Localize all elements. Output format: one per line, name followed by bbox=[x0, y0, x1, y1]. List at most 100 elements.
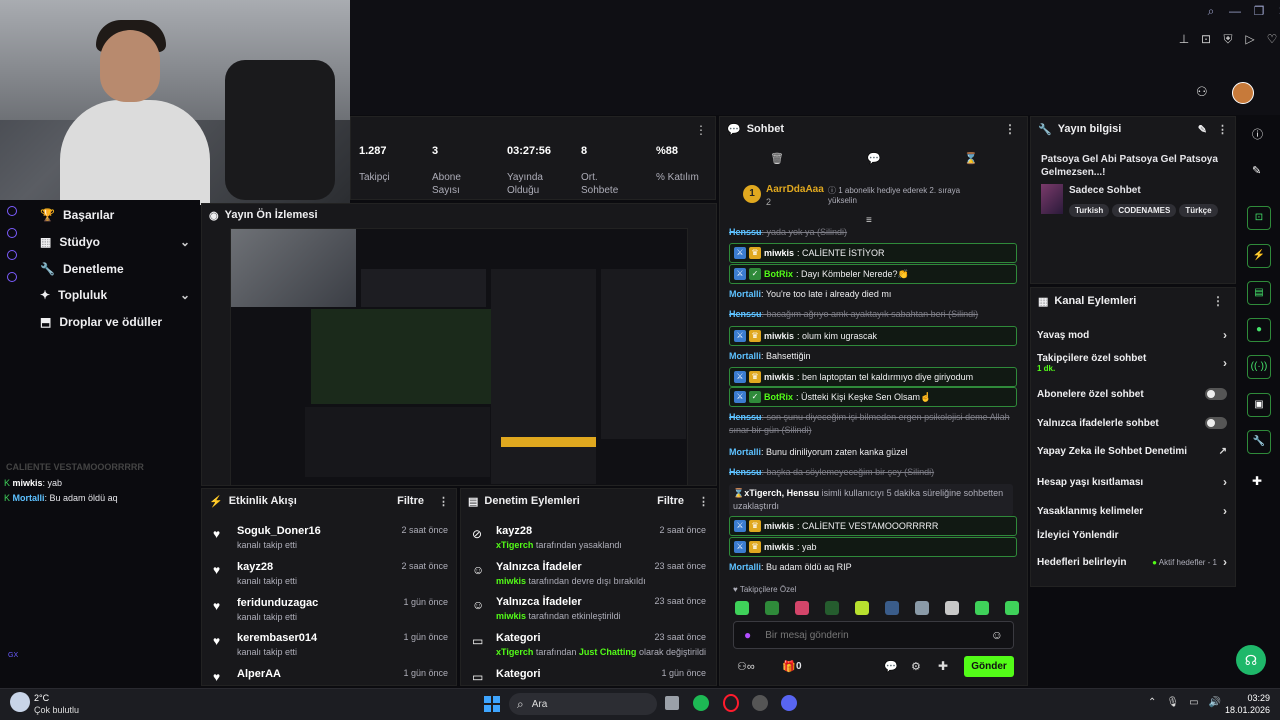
emote-icon[interactable] bbox=[795, 601, 809, 615]
sidebar-dot-icon[interactable] bbox=[7, 206, 17, 216]
discord-icon[interactable] bbox=[781, 695, 797, 711]
microphone-icon[interactable]: 🎙 bbox=[1166, 697, 1179, 708]
settings-icon[interactable] bbox=[7, 272, 17, 282]
sidebar-item-community[interactable]: ✦ Topluluk ⌄ bbox=[40, 288, 190, 302]
tag[interactable]: CODENAMES bbox=[1112, 204, 1177, 217]
ai-moderation-item[interactable]: Yapay Zeka ile Sohbet Denetimi ↗ bbox=[1037, 446, 1227, 457]
list-item[interactable]: ♥ kerembaser014 kanalı takip etti 1 gün önc… bbox=[213, 632, 448, 657]
controller-icon[interactable]: ⚇ bbox=[1196, 84, 1208, 100]
sidebar-dot-icon[interactable] bbox=[7, 250, 17, 260]
emote-icon[interactable] bbox=[915, 601, 929, 615]
more-icon[interactable]: ⋮ bbox=[1217, 123, 1228, 136]
account-age-item[interactable]: Hesap yaşı kısıtlaması › bbox=[1037, 475, 1227, 489]
emote-icon[interactable] bbox=[1005, 601, 1019, 615]
raid-item[interactable]: İzleyici Yönlendir bbox=[1037, 530, 1227, 541]
puzzle-icon[interactable]: ✚ bbox=[1252, 474, 1262, 488]
filter-button[interactable]: Filtre bbox=[397, 495, 424, 507]
more-icon[interactable]: ⋮ bbox=[1208, 294, 1228, 308]
goals-item[interactable]: Hedefleri belirleyin ● Aktif hedefler - 1… bbox=[1037, 555, 1227, 569]
minimize-icon[interactable]: — bbox=[1227, 4, 1243, 19]
list-item[interactable]: ♥ feridunduzagac kanalı takip etti 1 gün ön… bbox=[213, 597, 448, 622]
app-icon[interactable] bbox=[752, 695, 768, 711]
shield-icon[interactable]: ⛨ bbox=[1220, 32, 1236, 47]
microphone-icon[interactable]: ● bbox=[744, 628, 751, 642]
emote-icon[interactable] bbox=[945, 601, 959, 615]
sidebar-item-achievements[interactable]: 🏆 Başarılar bbox=[40, 208, 190, 222]
chat-bubble-icon[interactable]: 💬 bbox=[867, 152, 881, 165]
pin-icon[interactable]: ⊥ bbox=[1176, 32, 1192, 47]
more-icon[interactable]: ⋮ bbox=[698, 495, 709, 508]
clock-date[interactable]: 18.01.2026 bbox=[1220, 705, 1270, 715]
document-icon[interactable]: ▤ bbox=[1247, 281, 1271, 305]
filter-button[interactable]: Filtre bbox=[657, 495, 684, 507]
pencil-icon[interactable]: ✎ bbox=[1198, 123, 1207, 136]
list-item[interactable]: ▭ Kategori xTigerch tarafından Just Chatti… bbox=[472, 632, 706, 657]
windows-start-icon[interactable] bbox=[484, 696, 500, 712]
list-item[interactable]: ♥ Soguk_Doner16 kanalı takip etti 2 saat ön… bbox=[213, 525, 448, 550]
layout-icon[interactable]: ▣ bbox=[1247, 393, 1271, 417]
close-icon[interactable]: ✕ bbox=[1275, 4, 1280, 19]
list-item[interactable]: ♥ kayz28 kanalı takip etti 2 saat önce bbox=[213, 561, 448, 586]
chevron-up-icon[interactable]: ⌃ bbox=[1148, 697, 1156, 708]
emote-icon[interactable] bbox=[855, 601, 869, 615]
spotify-icon[interactable] bbox=[693, 695, 709, 711]
restore-icon[interactable]: ❐ bbox=[1251, 4, 1267, 19]
puzzle-icon[interactable]: ✚ bbox=[938, 659, 948, 673]
clock-time[interactable]: 03:29 bbox=[1228, 693, 1270, 703]
emotes-only-item[interactable]: Yalnızca ifadelerle sohbet bbox=[1037, 417, 1227, 429]
more-icon[interactable]: ⋮ bbox=[438, 495, 449, 508]
list-item[interactable]: ☺ Yalnızca İfadeler miwkis tarafından etki… bbox=[472, 596, 706, 621]
info-icon[interactable]: ⓘ bbox=[1252, 126, 1263, 142]
toggle-switch[interactable] bbox=[1205, 417, 1227, 429]
gear-icon[interactable]: ⚙ bbox=[911, 660, 921, 673]
more-icon[interactable]: ⋮ bbox=[695, 123, 707, 137]
users-icon[interactable]: ⚇∞ bbox=[737, 660, 755, 673]
toggle-switch[interactable] bbox=[1205, 388, 1227, 400]
network-icon[interactable]: ▭ bbox=[1189, 697, 1198, 708]
taskbar-search[interactable]: ⌕ Ara bbox=[509, 693, 657, 715]
sidebar-item-moderation[interactable]: 🔧 Denetleme bbox=[40, 262, 190, 276]
pencil-icon[interactable]: ✎ bbox=[1252, 164, 1261, 177]
tag[interactable]: Türkçe bbox=[1179, 204, 1218, 217]
support-icon[interactable]: ☊ bbox=[1236, 645, 1266, 675]
emote-icon[interactable] bbox=[825, 601, 839, 615]
list-item[interactable]: ♥ AlperAA 1 gün önce bbox=[213, 668, 448, 684]
sidebar-item-studio[interactable]: ▦ Stüdyo ⌄ bbox=[40, 235, 190, 249]
list-item[interactable]: ⊘ kayz28 xTigerch tarafından yasaklandı 2 s… bbox=[472, 525, 706, 550]
flash-icon[interactable]: ⚡ bbox=[1247, 244, 1271, 268]
screenshot-icon[interactable]: ⊡ bbox=[1247, 206, 1271, 230]
gift-icon[interactable]: 🎁 bbox=[782, 660, 796, 673]
emote-icon[interactable] bbox=[885, 601, 899, 615]
heart-icon[interactable]: ♡ bbox=[1264, 32, 1280, 47]
more-icon[interactable]: ⋮ bbox=[1000, 122, 1020, 136]
chat-bubble-icon[interactable]: ● bbox=[1247, 318, 1271, 342]
play-icon[interactable]: ▷ bbox=[1242, 32, 1258, 47]
sidebar-dot-icon[interactable] bbox=[7, 228, 17, 238]
emote-icon[interactable] bbox=[765, 601, 779, 615]
tag[interactable]: Turkish bbox=[1069, 204, 1110, 217]
banned-words-item[interactable]: Yasaklanmış kelimeler › bbox=[1037, 504, 1227, 518]
trash-icon[interactable]: 🗑 bbox=[770, 152, 784, 165]
slow-mode-item[interactable]: Yavaş mod › bbox=[1037, 328, 1227, 342]
list-item[interactable]: ☺ Yalnızca İfadeler miwkis tarafından devr… bbox=[472, 561, 706, 586]
file-explorer-icon[interactable] bbox=[665, 696, 679, 710]
category-name[interactable]: Sadece Sohbet bbox=[1069, 185, 1141, 196]
emote-icon[interactable] bbox=[735, 601, 749, 615]
wrench-icon[interactable]: 🔧 bbox=[1247, 430, 1271, 454]
list-item[interactable]: ▭ Kategori 1 gün önce bbox=[472, 668, 706, 684]
stream-preview[interactable] bbox=[230, 228, 688, 486]
hourglass-icon[interactable]: ⌛ bbox=[964, 152, 978, 165]
avatar[interactable] bbox=[1232, 82, 1254, 104]
broadcast-icon[interactable]: ((·)) bbox=[1247, 355, 1271, 379]
followers-only-item[interactable]: Takipçilere özel sohbet 1 dk. › bbox=[1037, 353, 1227, 373]
chat-input[interactable]: ● Bir mesaj gönderin ☺ bbox=[733, 621, 1014, 649]
sort-icon[interactable]: ≡ bbox=[866, 215, 872, 226]
chat-bubble-icon[interactable]: 💬 bbox=[884, 660, 898, 673]
emote-icon[interactable] bbox=[975, 601, 989, 615]
emoji-icon[interactable]: ☺ bbox=[991, 628, 1003, 642]
sidebar-item-drops[interactable]: ⬒ Droplar ve ödüller bbox=[40, 315, 190, 329]
subscribers-only-item[interactable]: Abonelere özel sohbet bbox=[1037, 388, 1227, 400]
send-button[interactable]: Gönder bbox=[964, 656, 1014, 677]
search-icon[interactable]: ⌕ bbox=[1203, 4, 1219, 19]
crop-icon[interactable]: ⊡ bbox=[1198, 32, 1214, 47]
